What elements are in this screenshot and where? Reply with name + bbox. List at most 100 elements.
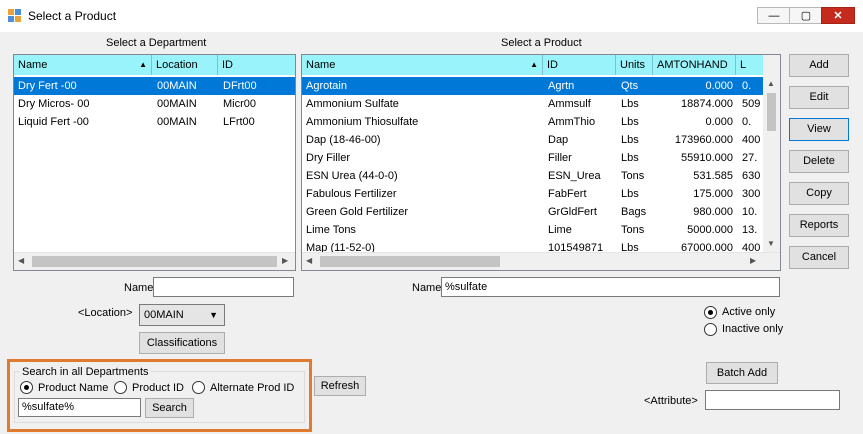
column-header-name[interactable]: Name ▲ xyxy=(14,55,152,75)
product-cell-id: Agrtn xyxy=(548,80,575,92)
inactive-only-radio[interactable] xyxy=(704,323,717,336)
product-id-radio-label: Product ID xyxy=(132,382,184,394)
app-icon xyxy=(8,9,22,23)
product-name-input[interactable]: %sulfate xyxy=(441,277,780,297)
product-hscrollbar[interactable]: ◀ ▶ xyxy=(302,252,780,270)
scroll-left-icon[interactable]: ◀ xyxy=(18,256,24,265)
batch-add-button[interactable]: Batch Add xyxy=(706,362,778,384)
department-row[interactable]: Liquid Fert -00 00MAIN LFrt00 xyxy=(14,113,295,131)
product-vscrollbar[interactable]: ▲ ▼ xyxy=(763,55,780,252)
product-cell-units: Tons xyxy=(621,170,645,182)
edit-button[interactable]: Edit xyxy=(789,86,849,109)
scroll-down-icon[interactable]: ▼ xyxy=(767,239,775,248)
product-row[interactable]: Ammonium Thiosulfate AmmThio Lbs 0.000 0. xyxy=(302,113,763,131)
add-button[interactable]: Add xyxy=(789,54,849,77)
column-header-id[interactable]: ID xyxy=(218,55,295,75)
product-cell-id: FabFert xyxy=(548,188,587,200)
department-row[interactable]: Dry Micros- 00 00MAIN Micr00 xyxy=(14,95,295,113)
location-label: <Location> xyxy=(78,307,133,319)
product-cell-last: 400 xyxy=(742,134,761,146)
column-header-units[interactable]: Units xyxy=(616,55,653,75)
product-cell-units: Lbs xyxy=(621,116,639,128)
attribute-input[interactable] xyxy=(705,390,840,410)
scroll-thumb[interactable] xyxy=(32,256,277,267)
product-cell-amt: 980.000 xyxy=(693,206,733,218)
alternate-prod-id-radio[interactable] xyxy=(192,381,205,394)
view-button[interactable]: View xyxy=(789,118,849,141)
product-cell-amt: 0.000 xyxy=(705,80,733,92)
copy-button[interactable]: Copy xyxy=(789,182,849,205)
search-input[interactable]: %sulfate% xyxy=(18,398,141,417)
product-cell-name: Ammonium Sulfate xyxy=(306,98,399,110)
column-header-id[interactable]: ID xyxy=(543,55,616,75)
product-row[interactable]: Fabulous Fertilizer FabFert Lbs 175.000 300 xyxy=(302,185,763,203)
product-cell-id: Lime xyxy=(548,224,572,236)
classifications-button[interactable]: Classifications xyxy=(139,332,225,354)
product-name-label: Name xyxy=(412,282,442,294)
product-cell-name: Dap (18-46-00) xyxy=(306,134,381,146)
product-row[interactable]: Ammonium Sulfate Ammsulf Lbs 18874.000 509 xyxy=(302,95,763,113)
product-row[interactable]: Lime Tons Lime Tons 5000.000 13. xyxy=(302,221,763,239)
department-row[interactable]: Dry Fert -00 00MAIN DFrt00 xyxy=(14,77,295,95)
location-select[interactable]: 00MAIN ▼ xyxy=(139,304,225,326)
product-cell-name: Green Gold Fertilizer xyxy=(306,206,409,218)
product-grid[interactable]: Name ▲ ID Units AMTONHAND L Agrotain Agrtn… xyxy=(301,54,781,271)
product-cell-last: 509 xyxy=(742,98,761,110)
maximize-button[interactable]: ▢ xyxy=(789,7,823,24)
product-cell-last: 630 xyxy=(742,170,761,182)
product-cell-id: Filler xyxy=(548,152,572,164)
product-cell-units: Lbs xyxy=(621,134,639,146)
scroll-right-icon[interactable]: ▶ xyxy=(750,256,756,265)
scroll-up-icon[interactable]: ▲ xyxy=(767,79,775,88)
product-row[interactable]: Green Gold Fertilizer GrGldFert Bags 980.00… xyxy=(302,203,763,221)
minimize-button[interactable]: — xyxy=(757,7,791,24)
product-cell-amt: 55910.000 xyxy=(681,152,733,164)
department-name-label: Name xyxy=(124,282,154,294)
product-cell-id: Ammsulf xyxy=(548,98,591,110)
product-cell-units: Bags xyxy=(621,206,647,218)
scroll-thumb[interactable] xyxy=(767,93,776,131)
product-row[interactable]: Agrotain Agrtn Qts 0.000 0. xyxy=(302,77,763,95)
product-row[interactable]: ESN Urea (44-0-0) ESN_Urea Tons 531.585 630 xyxy=(302,167,763,185)
product-cell-last: 10. xyxy=(742,206,758,218)
refresh-button[interactable]: Refresh xyxy=(314,376,366,396)
chevron-down-icon: ▼ xyxy=(209,310,218,320)
column-header-amtonhand[interactable]: AMTONHAND xyxy=(653,55,736,75)
scroll-right-icon[interactable]: ▶ xyxy=(282,256,288,265)
product-cell-name: Fabulous Fertilizer xyxy=(306,188,397,200)
department-hscrollbar[interactable]: ◀ ▶ xyxy=(14,252,295,270)
reports-button[interactable]: Reports xyxy=(789,214,849,237)
product-id-radio[interactable] xyxy=(114,381,127,394)
product-row[interactable]: Dap (18-46-00) Dap Lbs 173960.000 400 xyxy=(302,131,763,149)
department-name-input[interactable] xyxy=(153,277,294,297)
active-only-label: Active only xyxy=(722,306,776,318)
sort-asc-icon: ▲ xyxy=(530,60,538,69)
product-cell-amt: 0.000 xyxy=(705,116,733,128)
product-cell-last: 27. xyxy=(742,152,758,164)
column-header-name[interactable]: Name ▲ xyxy=(302,55,543,75)
product-cell-name: ESN Urea (44-0-0) xyxy=(306,170,398,182)
product-cell-units: Lbs xyxy=(621,188,639,200)
sort-asc-icon: ▲ xyxy=(139,60,147,69)
scroll-thumb[interactable] xyxy=(320,256,500,267)
cancel-button[interactable]: Cancel xyxy=(789,246,849,269)
title-bar: Select a Product — ▢ ✕ xyxy=(0,0,863,32)
column-header-location[interactable]: Location xyxy=(152,55,218,75)
active-only-radio[interactable] xyxy=(704,306,717,319)
search-button[interactable]: Search xyxy=(145,398,194,418)
product-cell-units: Tons xyxy=(621,224,645,236)
department-grid[interactable]: Name ▲ Location ID Dry Fert -00 00MAIN DF… xyxy=(13,54,296,271)
department-heading: Select a Department xyxy=(106,37,207,49)
product-name-radio[interactable] xyxy=(20,381,33,394)
scroll-left-icon[interactable]: ◀ xyxy=(306,256,312,265)
close-button[interactable]: ✕ xyxy=(821,7,855,24)
product-cell-amt: 531.585 xyxy=(693,170,733,182)
product-row[interactable]: Dry Filler Filler Lbs 55910.000 27. xyxy=(302,149,763,167)
inactive-only-label: Inactive only xyxy=(722,323,784,335)
product-cell-units: Lbs xyxy=(621,152,639,164)
product-cell-last: 0. xyxy=(742,116,752,128)
product-cell-last: 13. xyxy=(742,224,758,236)
product-cell-name: Agrotain xyxy=(306,80,347,92)
delete-button[interactable]: Delete xyxy=(789,150,849,173)
search-group-title: Search in all Departments xyxy=(20,366,151,378)
